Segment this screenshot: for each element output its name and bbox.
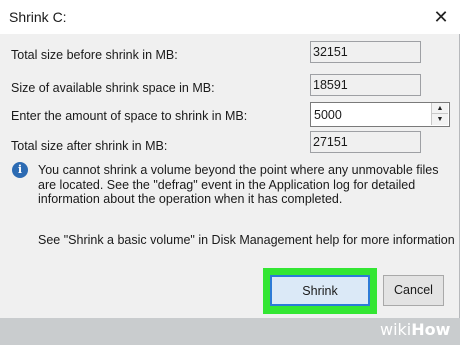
total-size-before-label: Total size before shrink in MB: bbox=[11, 48, 178, 62]
shrink-amount-input[interactable] bbox=[314, 106, 424, 123]
available-shrink-space-value: 18591 bbox=[310, 74, 421, 96]
wikihow-watermark: wikiHow bbox=[380, 320, 450, 339]
info-icon: i bbox=[12, 162, 28, 178]
shrink-dialog: Shrink C: ✕ Total size before shrink in … bbox=[0, 0, 460, 318]
help-message: See "Shrink a basic volume" in Disk Mana… bbox=[38, 233, 455, 247]
shrink-amount-stepper[interactable]: ▲ ▼ bbox=[310, 102, 450, 127]
watermark-wiki: wiki bbox=[380, 320, 412, 339]
title-bar: Shrink C: ✕ bbox=[0, 0, 460, 34]
shrink-amount-label: Enter the amount of space to shrink in M… bbox=[11, 109, 248, 123]
increment-arrow-icon[interactable]: ▲ bbox=[431, 103, 448, 114]
info-message: You cannot shrink a volume beyond the po… bbox=[38, 163, 439, 206]
total-size-after-value: 27151 bbox=[310, 131, 421, 153]
decrement-arrow-icon[interactable]: ▼ bbox=[431, 114, 448, 125]
total-size-after-label: Total size after shrink in MB: bbox=[11, 139, 168, 153]
cancel-button[interactable]: Cancel bbox=[383, 275, 444, 306]
close-icon[interactable]: ✕ bbox=[428, 5, 454, 29]
shrink-button[interactable]: Shrink bbox=[270, 275, 370, 306]
dialog-title: Shrink C: bbox=[9, 9, 67, 25]
watermark-how: How bbox=[411, 320, 451, 339]
available-shrink-space-label: Size of available shrink space in MB: bbox=[11, 81, 215, 95]
total-size-before-value: 32151 bbox=[310, 41, 421, 63]
